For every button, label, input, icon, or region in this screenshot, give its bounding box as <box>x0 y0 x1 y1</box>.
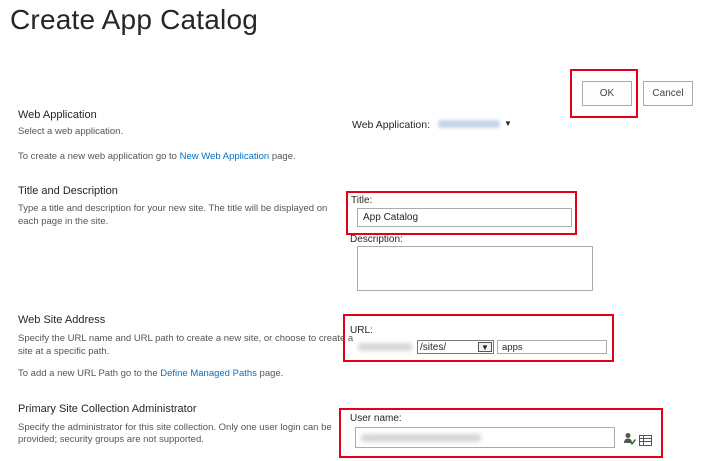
web-application-value-redacted <box>438 120 500 128</box>
ok-button[interactable]: OK <box>582 81 632 106</box>
web-application-section-desc: Select a web application. <box>18 126 124 137</box>
title-label: Title: <box>351 195 373 206</box>
username-label: User name: <box>350 413 402 424</box>
cancel-button[interactable]: Cancel <box>643 81 693 106</box>
page-title: Create App Catalog <box>10 4 258 35</box>
new-web-application-prefix: To create a new web application go to <box>18 151 180 162</box>
url-highlight-box <box>343 314 614 362</box>
new-web-application-line: To create a new web application go to Ne… <box>18 150 296 163</box>
new-web-application-link[interactable]: New Web Application <box>180 151 270 162</box>
title-input[interactable]: App Catalog <box>357 208 572 227</box>
web-site-address-desc-line2: site at a specific path. <box>18 346 110 357</box>
define-managed-paths-link[interactable]: Define Managed Paths <box>160 368 257 379</box>
title-description-desc-line2: each page in the site. <box>18 216 109 227</box>
web-site-address-desc-line1: Specify the URL name and URL path to cre… <box>18 333 354 344</box>
url-path-select[interactable]: /sites/ ▼ <box>417 340 494 354</box>
url-host-redacted <box>356 340 416 353</box>
define-managed-paths-line: To add a new URL Path go to the Define M… <box>18 367 283 380</box>
url-path-value: /sites/ <box>420 341 447 353</box>
caret-down-icon[interactable]: ▼ <box>504 119 512 128</box>
title-description-section-title: Title and Description <box>18 185 118 197</box>
description-label: Description: <box>350 234 403 245</box>
check-names-icon[interactable] <box>623 432 637 446</box>
admin-section-title: Primary Site Collection Administrator <box>18 403 197 415</box>
username-input[interactable] <box>355 427 615 448</box>
username-value-redacted <box>361 434 481 442</box>
new-web-application-suffix: page. <box>269 151 296 162</box>
web-application-selector[interactable]: ▼ <box>436 117 514 131</box>
admin-desc-line2: provided; security groups are not suppor… <box>18 434 204 445</box>
title-description-desc-line1: Type a title and description for your ne… <box>18 203 328 214</box>
define-managed-paths-suffix: page. <box>256 368 284 379</box>
url-host-blur <box>358 343 412 351</box>
url-path-dropdown-icon[interactable]: ▼ <box>478 342 492 352</box>
define-managed-paths-prefix: To add a new URL Path go to the <box>18 368 161 379</box>
web-application-label: Web Application: <box>352 119 431 131</box>
url-site-name-input[interactable]: apps <box>497 340 607 354</box>
description-textarea[interactable] <box>357 246 593 291</box>
web-site-address-section-title: Web Site Address <box>18 314 106 326</box>
url-label: URL: <box>350 325 373 336</box>
address-book-icon[interactable] <box>639 433 652 446</box>
web-application-section-title: Web Application <box>18 109 97 121</box>
